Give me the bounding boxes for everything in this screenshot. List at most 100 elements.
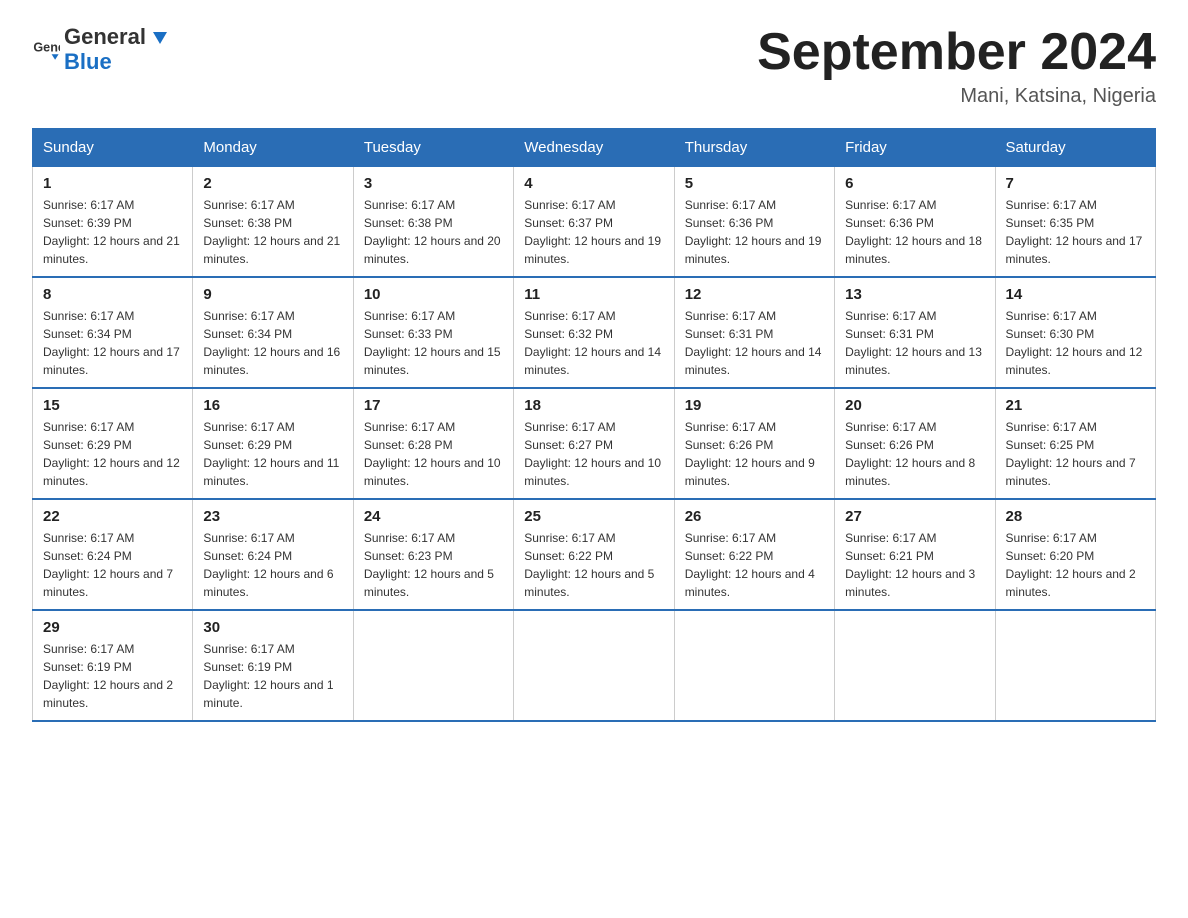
- day-info: Sunrise: 6:17 AMSunset: 6:23 PMDaylight:…: [364, 531, 494, 599]
- calendar-cell: 25 Sunrise: 6:17 AMSunset: 6:22 PMDaylig…: [514, 499, 674, 610]
- calendar-cell: [514, 610, 674, 721]
- day-info: Sunrise: 6:17 AMSunset: 6:31 PMDaylight:…: [845, 309, 982, 377]
- day-number: 2: [203, 175, 342, 192]
- calendar-cell: 22 Sunrise: 6:17 AMSunset: 6:24 PMDaylig…: [33, 499, 193, 610]
- calendar-cell: 5 Sunrise: 6:17 AMSunset: 6:36 PMDayligh…: [674, 167, 834, 278]
- day-info: Sunrise: 6:17 AMSunset: 6:35 PMDaylight:…: [1006, 198, 1143, 266]
- day-number: 15: [43, 397, 182, 414]
- calendar-cell: 24 Sunrise: 6:17 AMSunset: 6:23 PMDaylig…: [353, 499, 513, 610]
- calendar-cell: 30 Sunrise: 6:17 AMSunset: 6:19 PMDaylig…: [193, 610, 353, 721]
- day-number: 14: [1006, 286, 1145, 303]
- day-info: Sunrise: 6:17 AMSunset: 6:22 PMDaylight:…: [524, 531, 654, 599]
- calendar-cell: 18 Sunrise: 6:17 AMSunset: 6:27 PMDaylig…: [514, 388, 674, 499]
- day-number: 25: [524, 508, 663, 525]
- day-number: 5: [685, 175, 824, 192]
- page-header: General General Blue September 2024 Mani…: [32, 24, 1156, 108]
- day-number: 28: [1006, 508, 1145, 525]
- calendar-cell: 21 Sunrise: 6:17 AMSunset: 6:25 PMDaylig…: [995, 388, 1155, 499]
- day-info: Sunrise: 6:17 AMSunset: 6:36 PMDaylight:…: [685, 198, 822, 266]
- day-number: 8: [43, 286, 182, 303]
- day-of-week-header: Thursday: [674, 129, 834, 167]
- logo-triangle: [149, 28, 167, 51]
- day-info: Sunrise: 6:17 AMSunset: 6:22 PMDaylight:…: [685, 531, 815, 599]
- calendar-table: SundayMondayTuesdayWednesdayThursdayFrid…: [32, 128, 1156, 722]
- day-number: 6: [845, 175, 984, 192]
- calendar-week-row: 29 Sunrise: 6:17 AMSunset: 6:19 PMDaylig…: [33, 610, 1156, 721]
- day-info: Sunrise: 6:17 AMSunset: 6:34 PMDaylight:…: [203, 309, 340, 377]
- day-number: 22: [43, 508, 182, 525]
- day-number: 17: [364, 397, 503, 414]
- calendar-cell: 15 Sunrise: 6:17 AMSunset: 6:29 PMDaylig…: [33, 388, 193, 499]
- logo-general-text: General: [64, 24, 146, 49]
- day-number: 24: [364, 508, 503, 525]
- day-info: Sunrise: 6:17 AMSunset: 6:32 PMDaylight:…: [524, 309, 661, 377]
- calendar-cell: 16 Sunrise: 6:17 AMSunset: 6:29 PMDaylig…: [193, 388, 353, 499]
- day-info: Sunrise: 6:17 AMSunset: 6:30 PMDaylight:…: [1006, 309, 1143, 377]
- day-number: 13: [845, 286, 984, 303]
- day-of-week-header: Friday: [835, 129, 995, 167]
- day-info: Sunrise: 6:17 AMSunset: 6:20 PMDaylight:…: [1006, 531, 1136, 599]
- day-number: 7: [1006, 175, 1145, 192]
- day-info: Sunrise: 6:17 AMSunset: 6:28 PMDaylight:…: [364, 420, 501, 488]
- day-info: Sunrise: 6:17 AMSunset: 6:26 PMDaylight:…: [685, 420, 815, 488]
- day-number: 16: [203, 397, 342, 414]
- calendar-cell: 12 Sunrise: 6:17 AMSunset: 6:31 PMDaylig…: [674, 277, 834, 388]
- calendar-cell: [995, 610, 1155, 721]
- calendar-cell: 23 Sunrise: 6:17 AMSunset: 6:24 PMDaylig…: [193, 499, 353, 610]
- calendar-cell: 19 Sunrise: 6:17 AMSunset: 6:26 PMDaylig…: [674, 388, 834, 499]
- day-number: 1: [43, 175, 182, 192]
- calendar-cell: 11 Sunrise: 6:17 AMSunset: 6:32 PMDaylig…: [514, 277, 674, 388]
- calendar-cell: 2 Sunrise: 6:17 AMSunset: 6:38 PMDayligh…: [193, 167, 353, 278]
- logo: General General Blue: [32, 24, 167, 75]
- day-info: Sunrise: 6:17 AMSunset: 6:19 PMDaylight:…: [203, 642, 333, 710]
- day-info: Sunrise: 6:17 AMSunset: 6:39 PMDaylight:…: [43, 198, 180, 266]
- day-number: 27: [845, 508, 984, 525]
- calendar-cell: [353, 610, 513, 721]
- logo-icon: General: [32, 36, 60, 64]
- day-info: Sunrise: 6:17 AMSunset: 6:27 PMDaylight:…: [524, 420, 661, 488]
- calendar-cell: 4 Sunrise: 6:17 AMSunset: 6:37 PMDayligh…: [514, 167, 674, 278]
- day-info: Sunrise: 6:17 AMSunset: 6:29 PMDaylight:…: [203, 420, 339, 488]
- day-of-week-header: Tuesday: [353, 129, 513, 167]
- day-info: Sunrise: 6:17 AMSunset: 6:19 PMDaylight:…: [43, 642, 173, 710]
- calendar-cell: 27 Sunrise: 6:17 AMSunset: 6:21 PMDaylig…: [835, 499, 995, 610]
- day-info: Sunrise: 6:17 AMSunset: 6:31 PMDaylight:…: [685, 309, 822, 377]
- day-number: 10: [364, 286, 503, 303]
- day-of-week-header: Monday: [193, 129, 353, 167]
- day-number: 21: [1006, 397, 1145, 414]
- calendar-cell: 9 Sunrise: 6:17 AMSunset: 6:34 PMDayligh…: [193, 277, 353, 388]
- calendar-cell: 7 Sunrise: 6:17 AMSunset: 6:35 PMDayligh…: [995, 167, 1155, 278]
- day-info: Sunrise: 6:17 AMSunset: 6:38 PMDaylight:…: [203, 198, 340, 266]
- calendar-cell: 14 Sunrise: 6:17 AMSunset: 6:30 PMDaylig…: [995, 277, 1155, 388]
- calendar-cell: 29 Sunrise: 6:17 AMSunset: 6:19 PMDaylig…: [33, 610, 193, 721]
- day-info: Sunrise: 6:17 AMSunset: 6:21 PMDaylight:…: [845, 531, 975, 599]
- calendar-cell: 6 Sunrise: 6:17 AMSunset: 6:36 PMDayligh…: [835, 167, 995, 278]
- day-info: Sunrise: 6:17 AMSunset: 6:34 PMDaylight:…: [43, 309, 180, 377]
- calendar-week-row: 1 Sunrise: 6:17 AMSunset: 6:39 PMDayligh…: [33, 167, 1156, 278]
- day-info: Sunrise: 6:17 AMSunset: 6:38 PMDaylight:…: [364, 198, 501, 266]
- day-number: 9: [203, 286, 342, 303]
- day-info: Sunrise: 6:17 AMSunset: 6:26 PMDaylight:…: [845, 420, 975, 488]
- day-of-week-header: Saturday: [995, 129, 1155, 167]
- calendar-cell: [674, 610, 834, 721]
- day-info: Sunrise: 6:17 AMSunset: 6:24 PMDaylight:…: [43, 531, 173, 599]
- day-number: 12: [685, 286, 824, 303]
- calendar-cell: 20 Sunrise: 6:17 AMSunset: 6:26 PMDaylig…: [835, 388, 995, 499]
- calendar-cell: [835, 610, 995, 721]
- calendar-header-row: SundayMondayTuesdayWednesdayThursdayFrid…: [33, 129, 1156, 167]
- day-number: 11: [524, 286, 663, 303]
- day-info: Sunrise: 6:17 AMSunset: 6:25 PMDaylight:…: [1006, 420, 1136, 488]
- calendar-week-row: 15 Sunrise: 6:17 AMSunset: 6:29 PMDaylig…: [33, 388, 1156, 499]
- month-year-title: September 2024: [757, 24, 1156, 81]
- calendar-cell: 17 Sunrise: 6:17 AMSunset: 6:28 PMDaylig…: [353, 388, 513, 499]
- day-number: 26: [685, 508, 824, 525]
- day-number: 23: [203, 508, 342, 525]
- day-number: 4: [524, 175, 663, 192]
- calendar-title-area: September 2024 Mani, Katsina, Nigeria: [757, 24, 1156, 108]
- calendar-cell: 26 Sunrise: 6:17 AMSunset: 6:22 PMDaylig…: [674, 499, 834, 610]
- day-of-week-header: Wednesday: [514, 129, 674, 167]
- calendar-cell: 1 Sunrise: 6:17 AMSunset: 6:39 PMDayligh…: [33, 167, 193, 278]
- day-number: 29: [43, 619, 182, 636]
- logo-blue-text: Blue: [64, 49, 112, 74]
- day-number: 20: [845, 397, 984, 414]
